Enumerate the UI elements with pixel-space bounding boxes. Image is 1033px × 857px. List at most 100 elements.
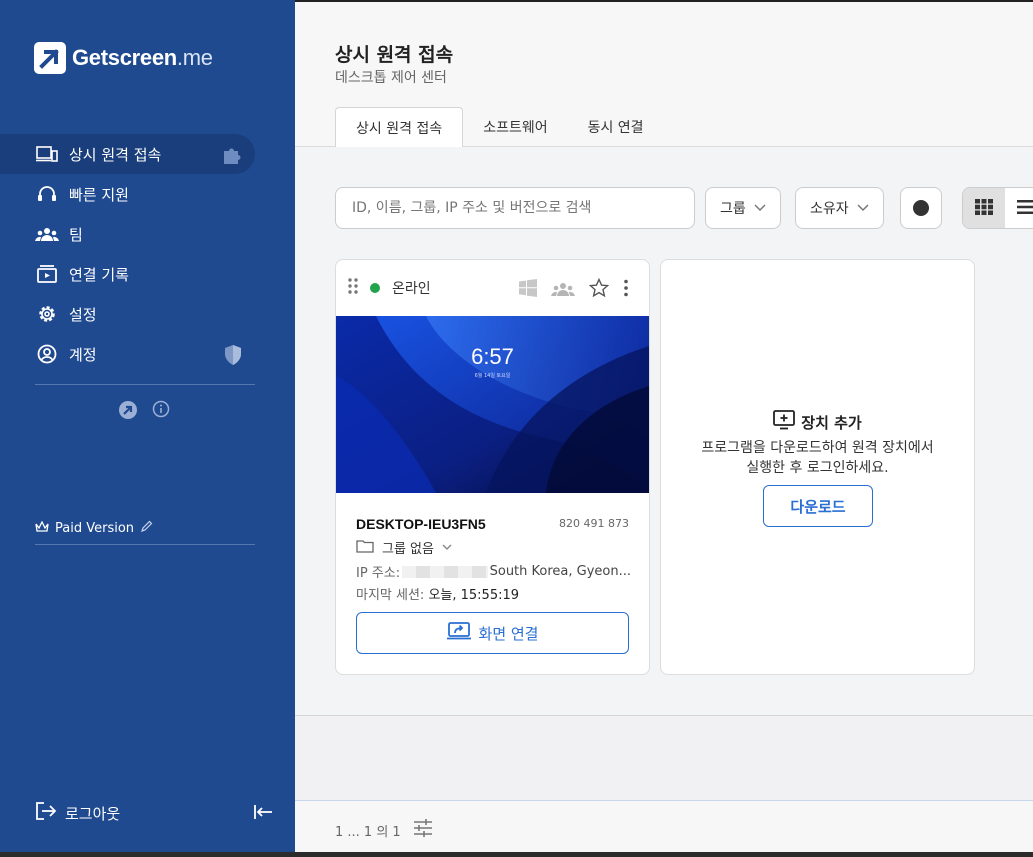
last-session-value: 오늘, 15:55:19 bbox=[428, 588, 520, 603]
list-icon bbox=[1017, 199, 1033, 219]
gear-icon bbox=[35, 304, 59, 324]
sidebar-item-team[interactable]: 팀 bbox=[0, 214, 295, 254]
collapse-sidebar-icon[interactable] bbox=[253, 803, 273, 825]
filter-settings-icon[interactable] bbox=[413, 819, 433, 841]
device-id: 820 491 873 bbox=[559, 517, 629, 530]
ip-address-redacted bbox=[402, 565, 488, 578]
group-dropdown[interactable]: 그룹 bbox=[705, 187, 781, 229]
device-group-selector[interactable]: 그룹 없음 bbox=[356, 538, 452, 557]
tab-permanent-access[interactable]: 상시 원격 접속 bbox=[335, 107, 464, 149]
view-toggle bbox=[962, 187, 1033, 229]
screen-share-icon bbox=[446, 622, 471, 644]
drag-handle-icon[interactable] bbox=[348, 278, 358, 298]
thumbnail-date: 6월 14일 토요일 bbox=[474, 373, 511, 379]
shield-icon bbox=[223, 344, 243, 370]
logo-suffix: .me bbox=[176, 45, 213, 70]
headset-icon bbox=[35, 184, 59, 204]
search-input[interactable] bbox=[335, 187, 695, 229]
sidebar-nav: 상시 원격 접속 빠른 지원 팀 연결 기록 설정 계정 bbox=[0, 134, 295, 374]
sidebar-item-account[interactable]: 계정 bbox=[0, 334, 295, 374]
device-ip-row: IP 주소: South Korea, Gyeon... bbox=[356, 562, 631, 581]
app-logo-icon[interactable] bbox=[118, 400, 138, 424]
owner-dropdown-label: 소유자 bbox=[810, 201, 849, 217]
paid-version-label: Paid Version bbox=[55, 521, 135, 536]
chevron-down-icon bbox=[754, 200, 766, 216]
owner-dropdown[interactable]: 소유자 bbox=[795, 187, 884, 229]
sidebar-item-label: 상시 원격 접속 bbox=[69, 145, 162, 164]
folder-icon bbox=[356, 539, 374, 557]
logo[interactable]: Getscreen.me bbox=[34, 42, 213, 74]
paid-version[interactable]: Paid Version bbox=[35, 520, 153, 537]
device-card-header: 온라인 bbox=[336, 260, 649, 316]
lower-panel bbox=[295, 715, 1033, 800]
tab-concurrent-connections[interactable]: 동시 연결 bbox=[568, 107, 664, 147]
online-status-label: 온라인 bbox=[392, 281, 431, 297]
account-icon bbox=[35, 344, 59, 364]
status-filter-button[interactable] bbox=[900, 187, 942, 229]
puzzle-icon[interactable] bbox=[221, 144, 243, 170]
add-screen-icon bbox=[773, 410, 796, 434]
device-screen-thumbnail[interactable]: 6:57 6월 14일 토요일 bbox=[336, 316, 649, 493]
sidebar-item-history[interactable]: 연결 기록 bbox=[0, 254, 295, 294]
download-button[interactable]: 다운로드 bbox=[763, 485, 873, 527]
app-window: Getscreen.me 상시 원격 접속 빠른 지원 팀 연결 기록 설정 계… bbox=[0, 0, 1033, 852]
pagination: 1 ... 1 의 1 bbox=[335, 819, 433, 841]
connect-screen-button[interactable]: 화면 연결 bbox=[356, 612, 629, 654]
pencil-icon[interactable] bbox=[140, 520, 153, 537]
tab-software[interactable]: 소프트웨어 bbox=[463, 107, 567, 147]
main-content: 상시 원격 접속 데스크톱 제어 센터 상시 원격 접속 소프트웨어 동시 연결… bbox=[295, 0, 1033, 852]
info-icon[interactable] bbox=[152, 400, 170, 424]
page-header: 상시 원격 접속 데스크톱 제어 센터 상시 원격 접속 소프트웨어 동시 연결 bbox=[295, 2, 1033, 149]
history-icon bbox=[35, 264, 59, 284]
status-dot-icon bbox=[913, 200, 929, 216]
add-device-title: 장치 추가 bbox=[801, 413, 862, 432]
add-device-description-line: 실행한 후 로그인하세요. bbox=[746, 460, 889, 476]
group-dropdown-label: 그룹 bbox=[720, 201, 746, 217]
device-name: DESKTOP-IEU3FN5 bbox=[356, 516, 486, 532]
page-subtitle: 데스크톱 제어 센터 bbox=[335, 70, 447, 86]
sidebar: Getscreen.me 상시 원격 접속 빠른 지원 팀 연결 기록 설정 계… bbox=[0, 0, 295, 852]
crown-icon bbox=[35, 520, 49, 537]
sidebar-item-quick-support[interactable]: 빠른 지원 bbox=[0, 174, 295, 214]
sidebar-item-settings[interactable]: 설정 bbox=[0, 294, 295, 334]
device-card[interactable]: 온라인 6:57 6월 14일 토요일 DESKTOP-IEU3FN5 820 … bbox=[335, 259, 650, 675]
connect-screen-label: 화면 연결 bbox=[478, 624, 539, 643]
tabs: 상시 원격 접속 소프트웨어 동시 연결 bbox=[335, 107, 664, 149]
logout-button[interactable]: 로그아웃 bbox=[35, 801, 120, 825]
chevron-down-icon bbox=[442, 540, 452, 555]
team-access-icon[interactable] bbox=[551, 281, 575, 300]
add-device-description: 프로그램을 다운로드하여 원격 장치에서 실행한 후 로그인하세요. bbox=[661, 438, 974, 478]
sidebar-item-permanent-access[interactable]: 상시 원격 접속 bbox=[0, 134, 255, 174]
devices-icon bbox=[35, 144, 59, 164]
pagination-text: 1 ... 1 의 1 bbox=[335, 824, 401, 840]
sidebar-item-label: 설정 bbox=[69, 305, 97, 324]
device-location: South Korea, Gyeon... bbox=[489, 564, 631, 579]
sidebar-divider bbox=[35, 544, 255, 545]
chevron-down-icon bbox=[857, 200, 869, 216]
logo-name: Getscreen bbox=[72, 45, 177, 70]
sidebar-item-label: 빠른 지원 bbox=[69, 185, 129, 204]
star-icon[interactable] bbox=[588, 277, 610, 302]
last-session-row: 마지막 세션: 오늘, 15:55:19 bbox=[356, 584, 519, 603]
device-group-label: 그룹 없음 bbox=[382, 542, 434, 557]
logout-label: 로그아웃 bbox=[65, 804, 121, 823]
sidebar-item-label: 연결 기록 bbox=[69, 265, 129, 284]
windows-icon bbox=[519, 279, 537, 301]
sidebar-item-label: 계정 bbox=[69, 345, 97, 364]
sidebar-divider bbox=[35, 384, 255, 385]
last-session-label: 마지막 세션: bbox=[356, 588, 425, 603]
grid-icon bbox=[975, 199, 993, 219]
grid-view-button[interactable] bbox=[963, 188, 1005, 228]
ip-label: IP 주소: bbox=[356, 566, 401, 581]
footer: 1 ... 1 의 1 bbox=[295, 800, 1033, 852]
devices-area: 그룹 소유자 bbox=[295, 147, 1033, 715]
list-view-button[interactable] bbox=[1005, 188, 1033, 228]
more-options-icon[interactable] bbox=[623, 279, 629, 301]
taskbar-edge bbox=[0, 852, 1033, 857]
page-title: 상시 원격 접속 bbox=[335, 44, 454, 66]
sidebar-item-label: 팀 bbox=[69, 225, 83, 244]
add-device-card: 장치 추가 프로그램을 다운로드하여 원격 장치에서 실행한 후 로그인하세요.… bbox=[660, 259, 975, 675]
thumbnail-clock: 6:57 bbox=[471, 344, 514, 369]
logout-icon bbox=[35, 801, 57, 825]
add-device-description-line: 프로그램을 다운로드하여 원격 장치에서 bbox=[701, 440, 934, 456]
